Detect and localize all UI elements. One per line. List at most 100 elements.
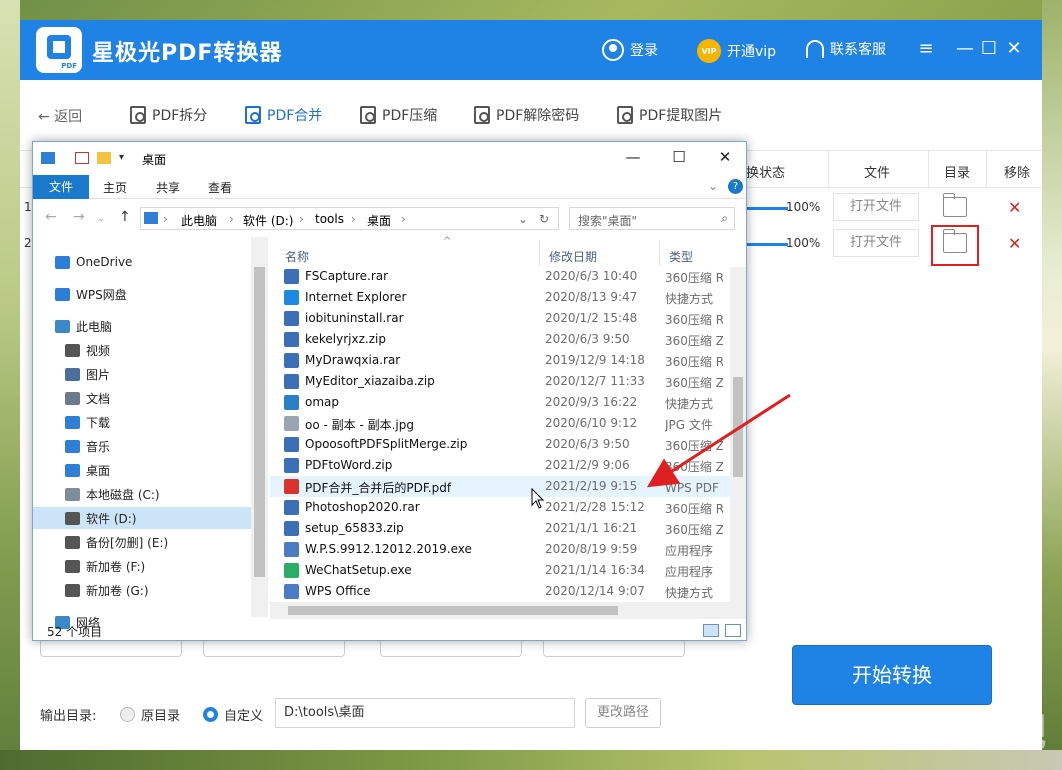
nav-item[interactable]: 备份[勿删] (E:) [33, 531, 251, 553]
remove-icon[interactable]: ✕ [1008, 198, 1021, 217]
menu-icon[interactable]: ≡ [916, 38, 936, 60]
service-button[interactable]: 联系客服 [806, 39, 886, 59]
file-row[interactable]: omap 2020/9/3 16:22 快捷方式 [270, 392, 730, 413]
cloud-icon [55, 255, 70, 269]
folder-icon[interactable] [943, 193, 967, 217]
column-date[interactable]: 修改日期 [549, 248, 597, 265]
properties-icon[interactable] [75, 152, 89, 164]
file-date: 2020/6/3 9:50 [545, 437, 630, 451]
nav-item[interactable]: 本地磁盘 (C:) [33, 483, 251, 505]
nav-item[interactable]: 音乐 [33, 435, 251, 457]
nav-item[interactable]: 桌面 [33, 459, 251, 481]
explorer-title-bar: ▾ 桌面 — ☐ ✕ [33, 142, 746, 175]
column-type[interactable]: 类型 [669, 248, 693, 265]
minimize-icon[interactable]: — [955, 38, 975, 60]
maximize-icon[interactable]: ☐ [669, 148, 689, 166]
column-name[interactable]: 名称 [285, 248, 309, 265]
expand-ribbon-icon[interactable]: ⌄ [708, 179, 718, 193]
pdf-file-icon [284, 479, 299, 494]
tab-pdf-compress[interactable]: PDF压缩 [360, 105, 437, 125]
up-arrow-icon[interactable]: ↑ [119, 209, 131, 225]
search-placeholder: 搜索"桌面" [578, 214, 638, 228]
change-path-button[interactable]: 更改路径 [585, 698, 661, 728]
login-button[interactable]: 登录 [602, 39, 658, 61]
file-name: FSCapture.rar [305, 269, 389, 283]
nav-item[interactable]: WPS网盘 [33, 283, 251, 305]
file-name: Internet Explorer [305, 290, 407, 304]
file-row[interactable]: setup_65833.zip 2021/1/1 16:21 360压缩 ZI [270, 518, 730, 539]
file-row[interactable]: Photoshop2020.rar 2021/2/28 15:12 360压缩 RA [270, 497, 730, 518]
file-row[interactable]: PDFtoWord.zip 2021/2/9 9:06 360压缩 ZI [270, 455, 730, 476]
file-row[interactable]: Internet Explorer 2020/8/13 9:47 快捷方式 [270, 287, 730, 308]
help-icon[interactable]: ? [728, 179, 743, 194]
crumb-tools[interactable]: tools [315, 212, 344, 226]
crumb-desktop[interactable]: 桌面 [367, 212, 391, 229]
search-input[interactable]: 搜索"桌面" ⌕ [569, 207, 735, 230]
nav-item[interactable]: 新加卷 (F:) [33, 555, 251, 577]
file-name: W.P.S.9912.12012.2019.exe [305, 542, 472, 556]
ribbon-tab-share[interactable]: 共享 [156, 179, 180, 196]
close-icon[interactable]: ✕ [715, 148, 735, 166]
item-count: 52 个项目 [47, 625, 103, 639]
start-convert-button[interactable]: 开始转换 [792, 645, 992, 705]
file-row[interactable]: MyEditor_xiazaiba.zip 2020/12/7 11:33 360压… [270, 371, 730, 392]
nav-item[interactable]: 视频 [33, 339, 251, 361]
address-dropdown-icon[interactable]: ⌄ [518, 212, 528, 226]
history-dropdown-icon[interactable]: ⌄ [97, 213, 105, 224]
cloud-icon [55, 287, 70, 301]
tab-pdf-unlock[interactable]: PDF解除密码 [474, 105, 579, 125]
tab-pdf-split[interactable]: PDF拆分 [130, 105, 207, 125]
nav-item[interactable]: OneDrive [33, 251, 251, 273]
open-file-button[interactable]: 打开文件 [833, 193, 919, 221]
file-row[interactable]: FSCapture.rar 2020/6/3 10:40 360压缩 RA [270, 266, 730, 287]
file-scrollbar[interactable] [730, 267, 746, 602]
output-path-input[interactable]: D:\tools\桌面 [275, 698, 575, 728]
ribbon-tab-view[interactable]: 查看 [208, 179, 232, 196]
file-row[interactable]: WeChatSetup.exe 2021/1/14 16:34 应用程序 [270, 560, 730, 581]
nav-item-label: 软件 (D:) [86, 511, 137, 526]
nav-item-label: 音乐 [86, 439, 111, 454]
file-date: 2021/2/9 9:06 [545, 458, 630, 472]
remove-icon[interactable]: ✕ [1008, 234, 1021, 253]
nav-item[interactable]: 软件 (D:) [33, 507, 251, 529]
dropdown-icon[interactable]: ▾ [119, 152, 133, 164]
large-icons-view-icon[interactable] [725, 624, 741, 637]
radio-original-dir[interactable]: 原目录 [120, 705, 180, 724]
folder-icon[interactable] [97, 152, 111, 164]
vip-button[interactable]: VIP 开通vip [697, 39, 776, 63]
details-view-icon[interactable] [703, 624, 719, 637]
nav-scrollbar[interactable] [251, 237, 268, 617]
file-row[interactable]: iobituninstall.rar 2020/1/2 15:48 360压缩 RA [270, 308, 730, 329]
nav-item-label: 新加卷 (G:) [86, 583, 149, 598]
refresh-icon[interactable]: ↻ [539, 212, 549, 226]
file-row[interactable]: MyDrawqxia.rar 2019/12/9 14:18 360压缩 RA [270, 350, 730, 371]
radio-custom-dir[interactable]: 自定义 [203, 705, 263, 724]
crumb-drive-d[interactable]: 软件 (D:) [243, 212, 293, 229]
close-icon[interactable]: ✕ [1004, 38, 1024, 60]
crumb-this-pc[interactable]: 此电脑 [181, 212, 217, 229]
nav-item[interactable]: 下载 [33, 411, 251, 433]
row-number: 2 [24, 236, 32, 250]
forward-arrow-icon[interactable]: → [73, 209, 85, 225]
nav-item[interactable]: 图片 [33, 363, 251, 385]
back-button[interactable]: ← 返回 [38, 106, 82, 126]
ribbon-tab-home[interactable]: 主页 [103, 179, 127, 196]
file-row[interactable]: OpoosoftPDFSplitMerge.zip 2020/6/3 9:50 36… [270, 434, 730, 455]
nav-item[interactable]: 新加卷 (G:) [33, 579, 251, 601]
nav-item[interactable]: 此电脑 [33, 315, 251, 337]
ribbon-tab-file[interactable]: 文件 [33, 175, 89, 199]
file-row[interactable]: PDF合并_合并后的PDF.pdf 2021/2/19 9:15 WPS PDF 文 [270, 476, 730, 497]
back-arrow-icon[interactable]: ← [45, 209, 57, 225]
minimize-icon[interactable]: — [623, 148, 643, 166]
tab-pdf-extract-images[interactable]: PDF提取图片 [617, 105, 722, 125]
file-row[interactable]: WPS Office 2020/12/14 9:07 快捷方式 [270, 581, 730, 602]
open-file-button[interactable]: 打开文件 [833, 229, 919, 257]
tab-pdf-merge[interactable]: PDF合并 [245, 105, 322, 125]
file-row[interactable]: W.P.S.9912.12012.2019.exe 2020/8/19 9:59 应… [270, 539, 730, 560]
file-row[interactable]: kekelyrjxz.zip 2020/6/3 9:50 360压缩 ZI [270, 329, 730, 350]
maximize-icon[interactable]: ☐ [979, 38, 999, 60]
file-row[interactable]: oo - 副本 - 副本.jpg 2020/6/10 9:12 JPG 文件 [270, 413, 730, 434]
horizontal-scrollbar[interactable] [270, 602, 746, 619]
nav-item[interactable]: 文档 [33, 387, 251, 409]
address-bar[interactable]: › 此电脑 › 软件 (D:) › tools › 桌面 › ⌄ ↻ [140, 207, 559, 230]
